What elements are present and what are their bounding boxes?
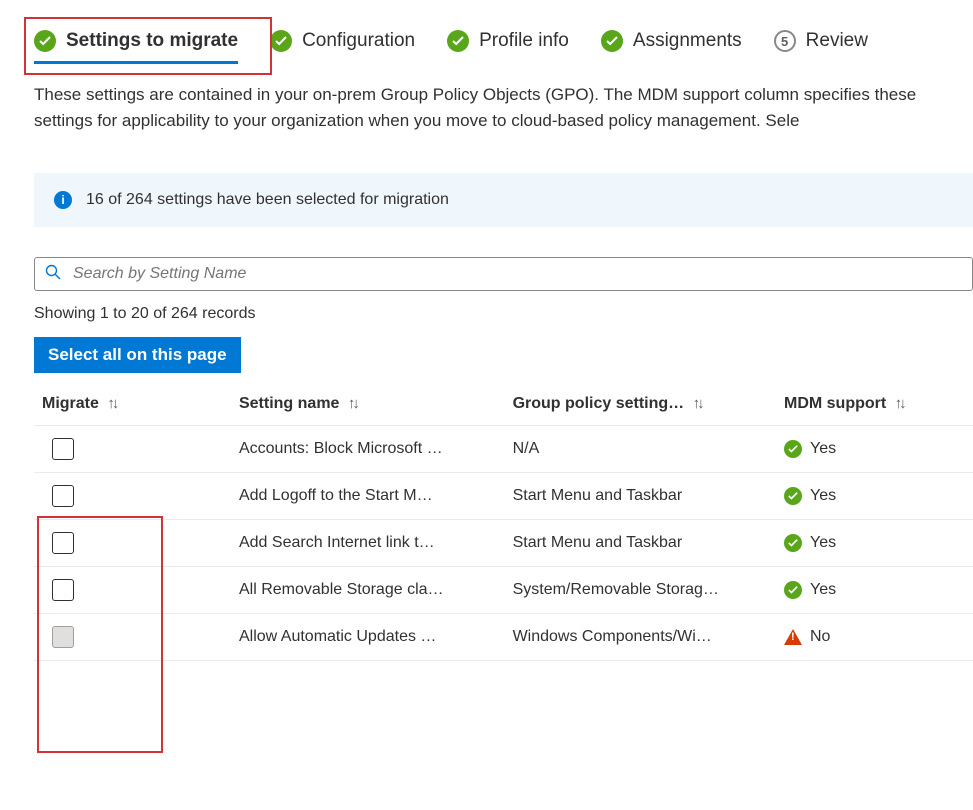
group-policy-cell: Start Menu and Taskbar bbox=[505, 520, 776, 567]
table-row: All Removable Storage cla…System/Removab… bbox=[34, 567, 973, 614]
mdm-support-value: Yes bbox=[810, 440, 836, 458]
table-row: Add Logoff to the Start M…Start Menu and… bbox=[34, 473, 973, 520]
step-number-badge: 5 bbox=[774, 30, 796, 52]
column-header-migrate[interactable]: Migrate ↑↓ bbox=[34, 383, 231, 426]
records-count-text: Showing 1 to 20 of 264 records bbox=[0, 291, 973, 337]
mdm-support-cell: No bbox=[776, 614, 973, 661]
migrate-checkbox[interactable] bbox=[52, 485, 74, 507]
mdm-support-value: Yes bbox=[810, 487, 836, 505]
tab-label: Profile info bbox=[479, 30, 569, 52]
settings-table: Migrate ↑↓ Setting name ↑↓ Group policy … bbox=[34, 383, 973, 661]
column-label: Migrate bbox=[42, 395, 99, 412]
column-header-setting-name[interactable]: Setting name ↑↓ bbox=[231, 383, 505, 426]
check-icon bbox=[784, 440, 802, 458]
tab-label: Configuration bbox=[302, 30, 415, 52]
setting-name-cell: Add Logoff to the Start M… bbox=[231, 473, 505, 520]
group-policy-cell: Start Menu and Taskbar bbox=[505, 473, 776, 520]
tab-label: Review bbox=[806, 30, 868, 52]
mdm-support-cell: Yes bbox=[776, 426, 973, 473]
wizard-tabs: Settings to migrate Configuration Profil… bbox=[0, 0, 973, 74]
mdm-support-cell: Yes bbox=[776, 473, 973, 520]
migrate-checkbox[interactable] bbox=[52, 579, 74, 601]
sort-icon: ↑↓ bbox=[895, 395, 904, 412]
column-header-group-policy[interactable]: Group policy setting… ↑↓ bbox=[505, 383, 776, 426]
select-all-button[interactable]: Select all on this page bbox=[34, 337, 241, 373]
selection-info-banner: i 16 of 264 settings have been selected … bbox=[34, 173, 973, 227]
mdm-support-cell: Yes bbox=[776, 520, 973, 567]
tab-label: Assignments bbox=[633, 30, 742, 52]
check-icon bbox=[601, 30, 623, 52]
setting-name-cell: Accounts: Block Microsoft … bbox=[231, 426, 505, 473]
migrate-checkbox[interactable] bbox=[52, 438, 74, 460]
warning-icon bbox=[784, 629, 802, 645]
migrate-checkbox bbox=[52, 626, 74, 648]
check-icon bbox=[270, 30, 292, 52]
check-icon bbox=[784, 581, 802, 599]
sort-icon: ↑↓ bbox=[693, 395, 702, 412]
search-icon bbox=[45, 264, 61, 284]
tab-settings-to-migrate[interactable]: Settings to migrate bbox=[34, 30, 238, 58]
sort-icon: ↑↓ bbox=[107, 395, 116, 412]
group-policy-cell: N/A bbox=[505, 426, 776, 473]
check-icon bbox=[447, 30, 469, 52]
table-row: Add Search Internet link t…Start Menu an… bbox=[34, 520, 973, 567]
group-policy-cell: Windows Components/Wi… bbox=[505, 614, 776, 661]
description-text: These settings are contained in your on-… bbox=[0, 74, 973, 173]
tab-configuration[interactable]: Configuration bbox=[270, 30, 415, 58]
mdm-support-value: Yes bbox=[810, 534, 836, 552]
group-policy-cell: System/Removable Storag… bbox=[505, 567, 776, 614]
migrate-checkbox[interactable] bbox=[52, 532, 74, 554]
search-input-wrapper[interactable] bbox=[34, 257, 973, 291]
column-label: Setting name bbox=[239, 395, 339, 412]
column-label: MDM support bbox=[784, 395, 886, 412]
info-icon: i bbox=[54, 191, 72, 209]
tab-label: Settings to migrate bbox=[66, 30, 238, 52]
tab-review[interactable]: 5 Review bbox=[774, 30, 868, 58]
mdm-support-value: No bbox=[810, 628, 830, 646]
search-input[interactable] bbox=[71, 264, 962, 284]
tab-assignments[interactable]: Assignments bbox=[601, 30, 742, 58]
table-row: Allow Automatic Updates …Windows Compone… bbox=[34, 614, 973, 661]
sort-icon: ↑↓ bbox=[348, 395, 357, 412]
check-icon bbox=[34, 30, 56, 52]
mdm-support-value: Yes bbox=[810, 581, 836, 599]
column-label: Group policy setting… bbox=[513, 395, 685, 412]
column-header-mdm-support[interactable]: MDM support ↑↓ bbox=[776, 383, 973, 426]
banner-text: 16 of 264 settings have been selected fo… bbox=[86, 191, 449, 209]
setting-name-cell: All Removable Storage cla… bbox=[231, 567, 505, 614]
setting-name-cell: Allow Automatic Updates … bbox=[231, 614, 505, 661]
tab-profile-info[interactable]: Profile info bbox=[447, 30, 569, 58]
setting-name-cell: Add Search Internet link t… bbox=[231, 520, 505, 567]
check-icon bbox=[784, 487, 802, 505]
table-row: Accounts: Block Microsoft …N/A Yes bbox=[34, 426, 973, 473]
check-icon bbox=[784, 534, 802, 552]
mdm-support-cell: Yes bbox=[776, 567, 973, 614]
